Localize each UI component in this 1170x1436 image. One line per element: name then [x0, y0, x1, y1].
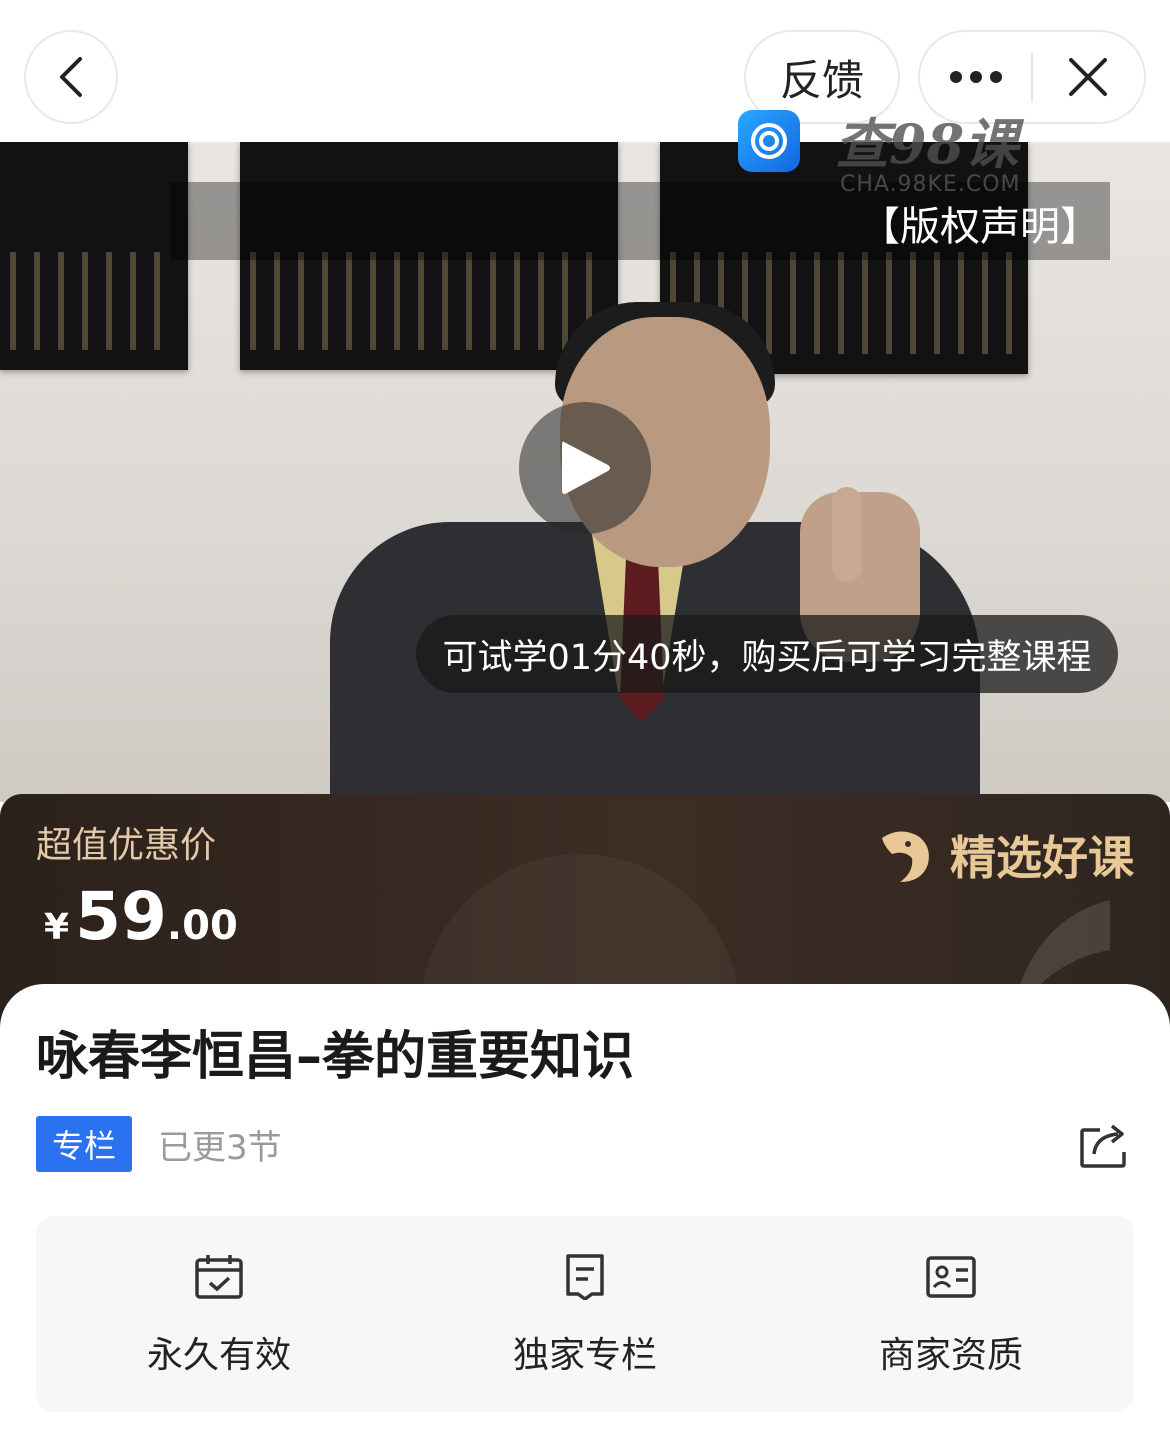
price-decimal: .00: [166, 903, 238, 949]
watermark-url: CHA.98KE.COM: [840, 172, 1021, 197]
update-status: 已更3节: [158, 1128, 282, 1168]
price-integer: 59: [75, 878, 167, 955]
presenter-finger: [832, 487, 862, 582]
badge-text: 精选好课: [950, 831, 1134, 885]
feature-label: 独家专栏: [512, 1335, 657, 1376]
feature-exclusive[interactable]: 独家专栏: [402, 1216, 768, 1412]
column-tag: 专栏: [36, 1116, 132, 1172]
watermark-text: 查98课: [835, 112, 1019, 176]
close-icon: [1069, 58, 1108, 96]
course-title: 咏春李恒昌–拳的重要知识: [36, 1027, 635, 1087]
back-button[interactable]: [24, 30, 118, 124]
chevron-left-icon: [60, 57, 82, 97]
feature-label: 永久有效: [146, 1335, 291, 1376]
featured-badge: 精选好课: [874, 822, 1134, 888]
bird-logo-icon: [882, 831, 929, 882]
play-button[interactable]: [519, 402, 651, 534]
watermark-logo: [738, 110, 800, 172]
trial-notice: 可试学01分40秒，购买后可学习完整课程: [416, 615, 1118, 693]
share-icon[interactable]: [1078, 1120, 1130, 1170]
copyright-link[interactable]: 【版权声明】: [860, 194, 1100, 252]
background-plaque: [0, 142, 188, 370]
id-card-icon: [926, 1256, 976, 1298]
more-dots-icon: [949, 71, 1002, 83]
play-icon: [562, 441, 610, 494]
calendar-check-icon: [195, 1255, 243, 1299]
course-card: 咏春李恒昌–拳的重要知识 专栏 已更3节 永久有效 独家专栏 商家资质: [0, 984, 1170, 1436]
close-button[interactable]: [1033, 32, 1144, 122]
watermark-layer: 查98课 CHA.98KE.COM: [0, 110, 1170, 197]
feature-merchant-qualification[interactable]: 商家资质: [768, 1216, 1134, 1412]
feature-panel: 永久有效 独家专栏 商家资质: [36, 1216, 1134, 1412]
logo-icon: [751, 123, 787, 159]
video-player[interactable]: 【版权声明】 可试学01分40秒，购买后可学习完整课程: [0, 142, 1170, 802]
document-icon: [566, 1254, 604, 1300]
feature-permanent[interactable]: 永久有效: [36, 1216, 402, 1412]
feature-label: 商家资质: [878, 1335, 1023, 1376]
price: ¥59.00: [44, 878, 238, 955]
currency-symbol: ¥: [44, 907, 70, 948]
price-label: 超值优惠价: [36, 825, 217, 866]
